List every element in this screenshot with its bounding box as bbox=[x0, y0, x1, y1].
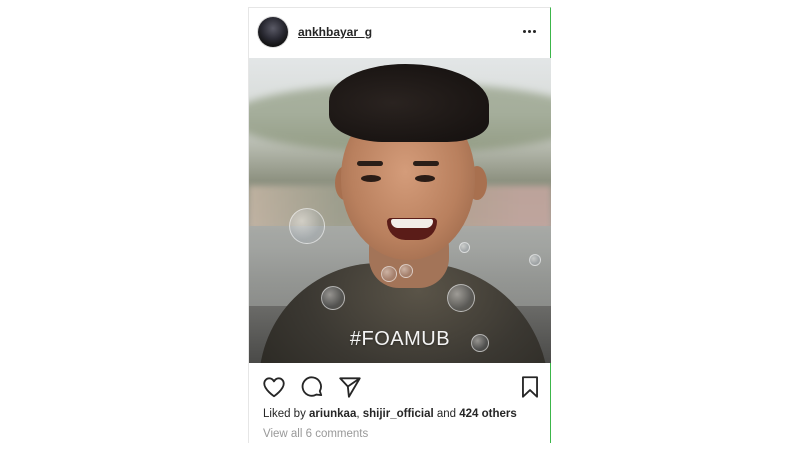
likes-others-link[interactable]: 424 others bbox=[459, 408, 517, 420]
photo-bubble bbox=[321, 286, 345, 310]
photo-bubble bbox=[447, 284, 475, 312]
more-options-icon[interactable] bbox=[519, 21, 539, 41]
photo-subject-eye bbox=[361, 175, 381, 182]
send-icon[interactable] bbox=[337, 374, 363, 400]
avatar[interactable] bbox=[258, 17, 288, 47]
post-header: ankhbayar_g bbox=[249, 8, 551, 58]
heart-icon[interactable] bbox=[261, 374, 287, 400]
post-photo[interactable]: #FOAMUB bbox=[249, 58, 551, 363]
likes-summary: Liked by ariunkaa, shijir_official and 4… bbox=[263, 408, 517, 420]
bookmark-icon[interactable] bbox=[517, 374, 543, 400]
photo-bubble bbox=[459, 242, 470, 253]
liker-shijir-official[interactable]: shijir_official bbox=[363, 408, 434, 420]
photo-hashtag-overlay: #FOAMUB bbox=[349, 328, 451, 350]
photo-subject-brow bbox=[413, 161, 439, 166]
username-link[interactable]: ankhbayar_g bbox=[298, 25, 372, 39]
likes-and: and bbox=[433, 408, 460, 420]
comment-icon[interactable] bbox=[299, 374, 325, 400]
photo-bubble bbox=[399, 264, 413, 278]
photo-bubble bbox=[529, 254, 541, 266]
photo-subject-eye bbox=[415, 175, 435, 182]
instagram-post: ankhbayar_g #FOAMUB Liked by ariunkaa, s… bbox=[248, 7, 551, 443]
photo-bubble bbox=[289, 208, 325, 244]
photo-subject-teeth bbox=[391, 219, 433, 228]
liker-ariunkaa[interactable]: ariunkaa bbox=[309, 408, 356, 420]
post-actions-bar bbox=[249, 368, 551, 408]
photo-subject-hair bbox=[329, 64, 489, 142]
likes-prefix: Liked by bbox=[263, 408, 310, 420]
photo-subject-brow bbox=[357, 161, 383, 166]
view-comments-link[interactable]: View all 6 comments bbox=[263, 428, 368, 440]
photo-bubble bbox=[381, 266, 397, 282]
